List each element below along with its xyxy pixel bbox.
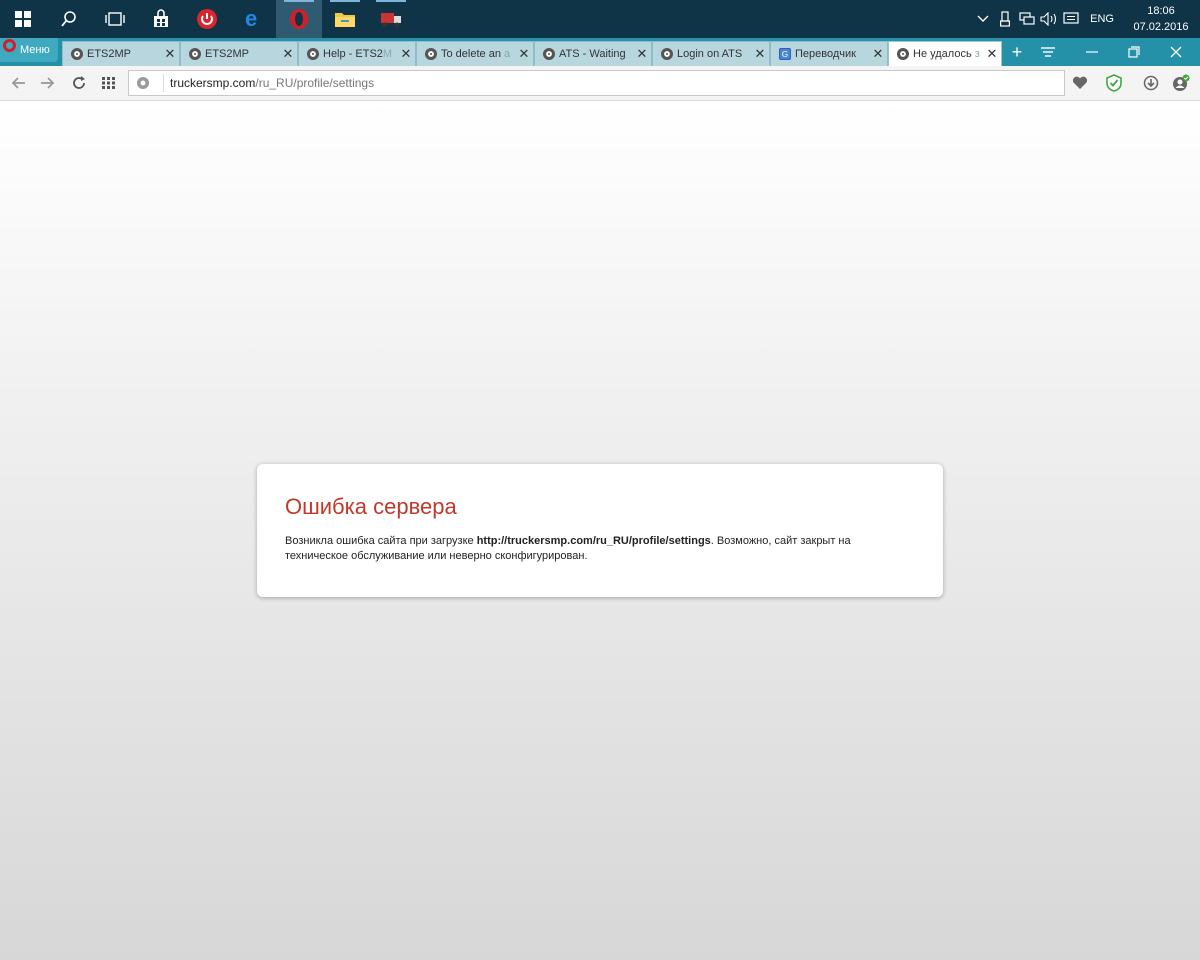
url-separator bbox=[163, 74, 164, 92]
error-message: Возникла ошибка сайта при загрузке http:… bbox=[285, 534, 915, 564]
opera-icon[interactable] bbox=[276, 0, 322, 38]
clock-date: 07.02.2016 bbox=[1133, 21, 1189, 33]
tab-title: Переводчик bbox=[795, 48, 856, 60]
chevron-up-icon[interactable] bbox=[972, 0, 994, 38]
new-tab-plus-icon[interactable]: + bbox=[1004, 38, 1030, 66]
error-card: Ошибка сервера Возникла ошибка сайта при… bbox=[257, 464, 943, 597]
svg-text:e: e bbox=[245, 8, 257, 30]
ets2mp-favicon-icon bbox=[543, 48, 555, 60]
ets2mp-favicon-icon bbox=[71, 48, 83, 60]
error-url: http://truckersmp.com/ru_RU/profile/sett… bbox=[476, 535, 711, 547]
tab-close-icon[interactable]: ✕ bbox=[751, 46, 769, 62]
edge-icon[interactable]: e bbox=[230, 0, 276, 38]
close-window-icon[interactable] bbox=[1160, 38, 1192, 66]
tab-login-ats[interactable]: Login on ATS ✕ bbox=[652, 41, 770, 66]
tab-close-icon[interactable]: ✕ bbox=[869, 46, 887, 62]
tab-menu-icon[interactable] bbox=[1034, 38, 1062, 66]
bookmark-heart-icon[interactable] bbox=[1068, 71, 1092, 95]
tab-close-icon[interactable]: ✕ bbox=[161, 46, 179, 62]
opera-logo-icon bbox=[3, 39, 16, 52]
tab-active-error[interactable]: Не удалось з ✕ bbox=[888, 41, 1002, 66]
tab-close-icon[interactable]: ✕ bbox=[983, 46, 1001, 62]
tab-close-icon[interactable]: ✕ bbox=[279, 46, 297, 62]
address-field[interactable]: truckersmp.com/ru_RU/profile/settings bbox=[128, 70, 1065, 96]
clock-time: 18:06 bbox=[1147, 5, 1175, 17]
opera-menu-button[interactable]: Меню bbox=[0, 38, 58, 62]
volume-icon[interactable] bbox=[1038, 0, 1060, 38]
error-message-text: Возникла ошибка сайта при загрузке bbox=[285, 535, 477, 547]
menu-label: Меню bbox=[20, 44, 50, 56]
taskbar: e ENG 18:06 07.02.2016 bbox=[0, 0, 1200, 38]
ets2mp-favicon-icon bbox=[897, 48, 909, 60]
restore-icon[interactable] bbox=[1118, 38, 1150, 66]
ets2mp-favicon-icon bbox=[661, 48, 673, 60]
minimize-icon[interactable] bbox=[1076, 38, 1108, 66]
address-toolbar: truckersmp.com/ru_RU/profile/settings bbox=[0, 66, 1200, 101]
tab-help-ets2mp[interactable]: Help - ETS2M ✕ bbox=[298, 41, 416, 66]
tab-to-delete[interactable]: To delete an a ✕ bbox=[416, 41, 534, 66]
google-translate-icon: G bbox=[779, 48, 791, 60]
sync-account-icon[interactable] bbox=[1169, 71, 1193, 95]
tab-title: ETS2MP bbox=[87, 48, 132, 60]
tab-title: Login on ATS bbox=[677, 48, 743, 60]
network-icon[interactable] bbox=[1016, 0, 1038, 38]
site-info-icon[interactable] bbox=[129, 76, 157, 90]
notifications-icon[interactable] bbox=[1060, 0, 1082, 38]
windows-start-icon[interactable] bbox=[0, 0, 46, 38]
clock[interactable]: 18:06 07.02.2016 bbox=[1130, 3, 1192, 35]
tab-close-icon[interactable]: ✕ bbox=[633, 46, 651, 62]
input-language[interactable]: ENG bbox=[1090, 13, 1114, 25]
forward-arrow-icon[interactable] bbox=[36, 72, 58, 94]
speed-dial-grid-icon[interactable] bbox=[98, 72, 120, 94]
ets2mp-favicon-icon bbox=[425, 48, 437, 60]
back-arrow-icon[interactable] bbox=[8, 72, 30, 94]
tab-title: Не удалось з bbox=[913, 48, 980, 60]
ets2mp-favicon-icon bbox=[307, 48, 319, 60]
ets2mp-favicon-icon bbox=[189, 48, 201, 60]
tab-title: ETS2MP bbox=[205, 48, 250, 60]
page-content: Ошибка сервера Возникла ошибка сайта при… bbox=[0, 101, 1200, 960]
adblock-shield-icon[interactable] bbox=[1102, 71, 1126, 95]
tab-translator[interactable]: G Переводчик ✕ bbox=[770, 41, 888, 66]
usb-device-icon[interactable] bbox=[994, 0, 1016, 38]
tab-close-icon[interactable]: ✕ bbox=[515, 46, 533, 62]
tab-strip: Меню ETS2MP ✕ ETS2MP ✕ Help - ETS2M ✕ To… bbox=[0, 38, 1200, 66]
tab-close-icon[interactable]: ✕ bbox=[397, 46, 415, 62]
tab-title: ATS - Waiting bbox=[559, 48, 626, 60]
downloads-icon[interactable] bbox=[1139, 71, 1163, 95]
file-explorer-icon[interactable] bbox=[322, 0, 368, 38]
system-tray: ENG 18:06 07.02.2016 bbox=[972, 0, 1200, 38]
url-host: truckersmp.com bbox=[170, 76, 256, 90]
tab-ats-waiting[interactable]: ATS - Waiting ✕ bbox=[534, 41, 652, 66]
tab-title: To delete an a bbox=[441, 48, 511, 60]
store-icon[interactable] bbox=[138, 0, 184, 38]
truck-game-icon[interactable] bbox=[368, 0, 414, 38]
tab-ets2mp-1[interactable]: ETS2MP ✕ bbox=[62, 41, 180, 66]
tab-title: Help - ETS2M bbox=[323, 48, 393, 60]
search-icon[interactable] bbox=[46, 0, 92, 38]
reload-icon[interactable] bbox=[68, 72, 90, 94]
task-view-icon[interactable] bbox=[92, 0, 138, 38]
error-title: Ошибка сервера bbox=[285, 494, 457, 519]
url-path: /ru_RU/profile/settings bbox=[255, 76, 375, 90]
tab-ets2mp-2[interactable]: ETS2MP ✕ bbox=[180, 41, 298, 66]
power-app-icon[interactable] bbox=[184, 0, 230, 38]
